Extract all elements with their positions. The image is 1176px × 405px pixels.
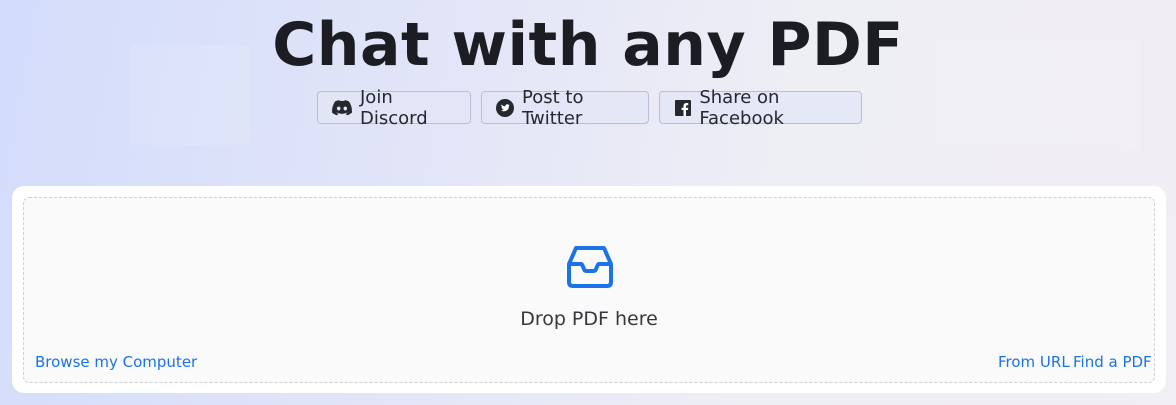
join-discord-label: Join Discord: [360, 86, 428, 129]
share-on-facebook-button[interactable]: Share on Facebook: [659, 87, 862, 129]
inbox-icon: [566, 242, 614, 290]
share-buttons-row: Join Discord Post to Twitter Share on Fa…: [317, 87, 862, 129]
post-to-twitter-label: Post to Twitter: [522, 86, 584, 129]
browse-computer-link[interactable]: Browse my Computer: [35, 353, 197, 371]
page-title: Chat with any PDF: [272, 10, 904, 80]
upload-card: Drop PDF here Browse my Computer From UR…: [12, 186, 1166, 393]
post-to-twitter-button[interactable]: Post to Twitter: [481, 87, 649, 129]
join-discord-button[interactable]: Join Discord: [317, 87, 471, 129]
from-url-link[interactable]: From URL: [998, 353, 1070, 371]
facebook-icon: [674, 98, 691, 118]
discord-icon: [332, 98, 352, 118]
share-on-facebook-label: Share on Facebook: [699, 86, 784, 129]
drop-pdf-label: Drop PDF here: [520, 308, 658, 330]
find-pdf-link[interactable]: Find a PDF: [1073, 353, 1152, 371]
pdf-dropzone[interactable]: Drop PDF here Browse my Computer From UR…: [23, 197, 1155, 383]
twitter-icon: [496, 98, 514, 118]
